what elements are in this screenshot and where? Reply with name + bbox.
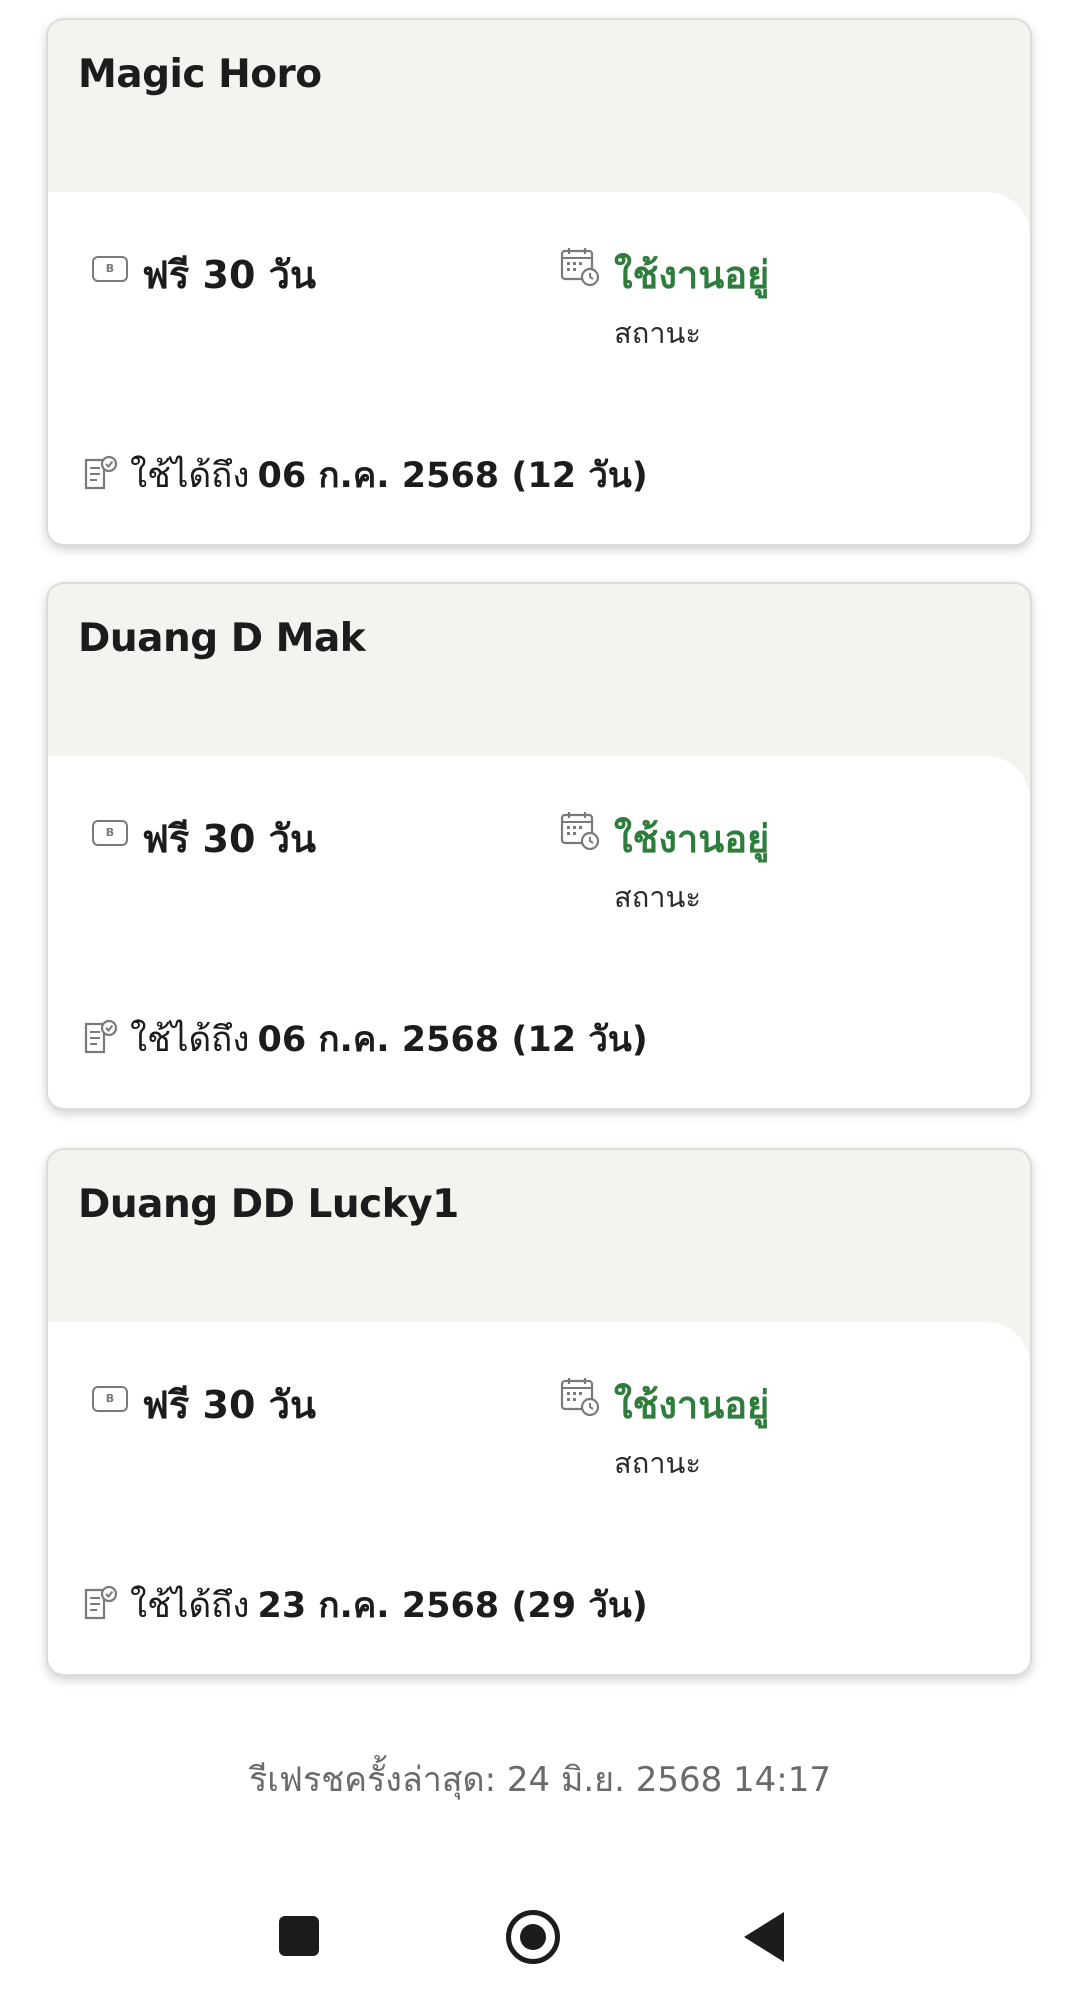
status-caption: สถานะ xyxy=(614,316,701,350)
subscription-card[interactable]: Magic Horo ฟรี 30 วัน ใช้งานอยู่ สถานะ xyxy=(46,18,1032,546)
valid-until-label: ใช้ได้ถึง xyxy=(130,456,250,496)
calendar-clock-icon xyxy=(560,248,600,286)
card-title: Duang DD Lucky1 xyxy=(78,1182,459,1227)
card-body: ฟรี 30 วัน ใช้งานอยู่ สถานะ ใช้ได้ถึง xyxy=(48,756,1030,1108)
card-title: Magic Horo xyxy=(78,52,322,97)
valid-until-line: ใช้ได้ถึง 06 ก.ค. 2568 (12 วัน) xyxy=(130,448,648,503)
plan-label: ฟรี 30 วัน xyxy=(142,253,316,297)
valid-until-line: ใช้ได้ถึง 23 ก.ค. 2568 (29 วัน) xyxy=(130,1578,648,1633)
recents-button[interactable] xyxy=(279,1916,319,1956)
card-title: Duang D Mak xyxy=(78,616,366,661)
baht-card-icon xyxy=(92,1386,128,1412)
subscription-card[interactable]: Duang DD Lucky1 ฟรี 30 วัน ใช้งานอยู่ สถ… xyxy=(46,1148,1032,1676)
document-check-icon xyxy=(84,1585,118,1620)
status-caption: สถานะ xyxy=(614,1446,701,1480)
plan-label: ฟรี 30 วัน xyxy=(142,1383,316,1427)
status-value: ใช้งานอยู่ xyxy=(614,253,770,297)
subscription-card[interactable]: Duang D Mak ฟรี 30 วัน ใช้งานอยู่ สถานะ xyxy=(46,582,1032,1110)
valid-until-label: ใช้ได้ถึง xyxy=(130,1020,250,1060)
baht-card-icon xyxy=(92,820,128,846)
valid-until-line: ใช้ได้ถึง 06 ก.ค. 2568 (12 วัน) xyxy=(130,1012,648,1067)
plan-label: ฟรี 30 วัน xyxy=(142,817,316,861)
calendar-clock-icon xyxy=(560,812,600,850)
status-value: ใช้งานอยู่ xyxy=(614,1383,770,1427)
valid-until-label: ใช้ได้ถึง xyxy=(130,1586,250,1626)
baht-card-icon xyxy=(92,256,128,282)
status-value: ใช้งานอยู่ xyxy=(614,817,770,861)
valid-until-date: 23 ก.ค. 2568 (29 วัน) xyxy=(257,1586,648,1626)
back-button[interactable] xyxy=(744,1912,784,1962)
system-navigation-bar xyxy=(0,1890,1080,2003)
home-button[interactable] xyxy=(506,1910,560,1964)
calendar-clock-icon xyxy=(560,1378,600,1416)
status-caption: สถานะ xyxy=(614,880,701,914)
card-body: ฟรี 30 วัน ใช้งานอยู่ สถานะ ใช้ได้ถึง xyxy=(48,192,1030,544)
document-check-icon xyxy=(84,1019,118,1054)
valid-until-date: 06 ก.ค. 2568 (12 วัน) xyxy=(257,1020,648,1060)
last-refresh-text: รีเฟรชครั้งล่าสุด: 24 มิ.ย. 2568 14:17 xyxy=(248,1760,832,1800)
subscription-list-page: Magic Horo ฟรี 30 วัน ใช้งานอยู่ สถานะ xyxy=(0,0,1080,2003)
valid-until-date: 06 ก.ค. 2568 (12 วัน) xyxy=(257,456,648,496)
document-check-icon xyxy=(84,455,118,490)
card-body: ฟรี 30 วัน ใช้งานอยู่ สถานะ ใช้ได้ถึง xyxy=(48,1322,1030,1674)
